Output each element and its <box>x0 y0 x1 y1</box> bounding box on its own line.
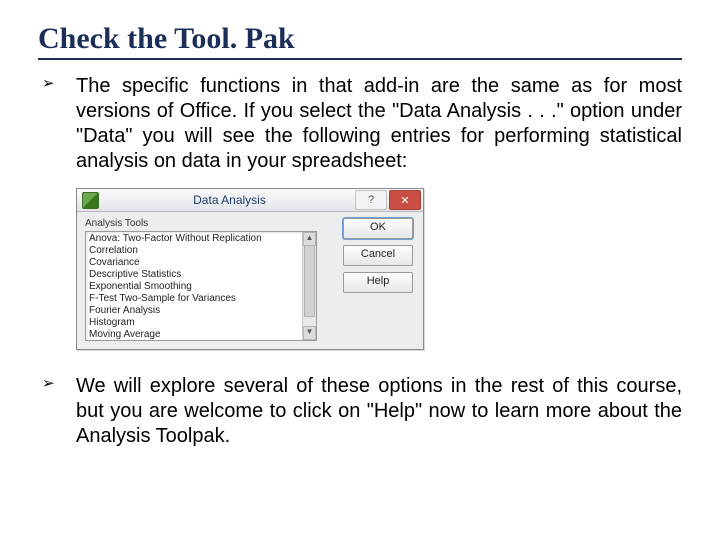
ok-button[interactable]: OK <box>343 218 413 239</box>
list-item[interactable]: F-Test Two-Sample for Variances <box>88 293 314 305</box>
listbox-scrollbar[interactable]: ▲ ▼ <box>302 232 316 340</box>
titlebar-close-button[interactable]: ✕ <box>389 190 421 210</box>
analysis-tools-label: Analysis Tools <box>85 218 333 229</box>
app-icon <box>82 192 99 209</box>
list-item[interactable]: Moving Average <box>88 329 314 341</box>
list-item[interactable]: Correlation <box>88 245 314 257</box>
dialog-title: Data Analysis <box>104 193 355 207</box>
help-button[interactable]: Help <box>343 272 413 293</box>
list-item[interactable]: Fourier Analysis <box>88 305 314 317</box>
scroll-thumb[interactable] <box>304 245 315 317</box>
dialog-titlebar[interactable]: Data Analysis ? ✕ <box>77 189 423 212</box>
scroll-down-arrow[interactable]: ▼ <box>303 326 316 340</box>
bullet-1: The specific functions in that add-in ar… <box>38 74 682 174</box>
data-analysis-dialog: Data Analysis ? ✕ Analysis Tools Anova: … <box>76 188 424 350</box>
titlebar-help-button[interactable]: ? <box>355 190 387 210</box>
cancel-button[interactable]: Cancel <box>343 245 413 266</box>
scroll-up-arrow[interactable]: ▲ <box>303 232 316 246</box>
analysis-tools-listbox[interactable]: Anova: Two-Factor Without ReplicationCor… <box>85 231 317 341</box>
list-item[interactable]: Anova: Two-Factor Without Replication <box>88 233 314 245</box>
list-item[interactable]: Covariance <box>88 257 314 269</box>
slide-heading: Check the Tool. Pak <box>38 22 682 60</box>
list-item[interactable]: Descriptive Statistics <box>88 269 314 281</box>
list-item[interactable]: Histogram <box>88 317 314 329</box>
list-item[interactable]: Exponential Smoothing <box>88 281 314 293</box>
bullet-2: We will explore several of these options… <box>38 374 682 449</box>
